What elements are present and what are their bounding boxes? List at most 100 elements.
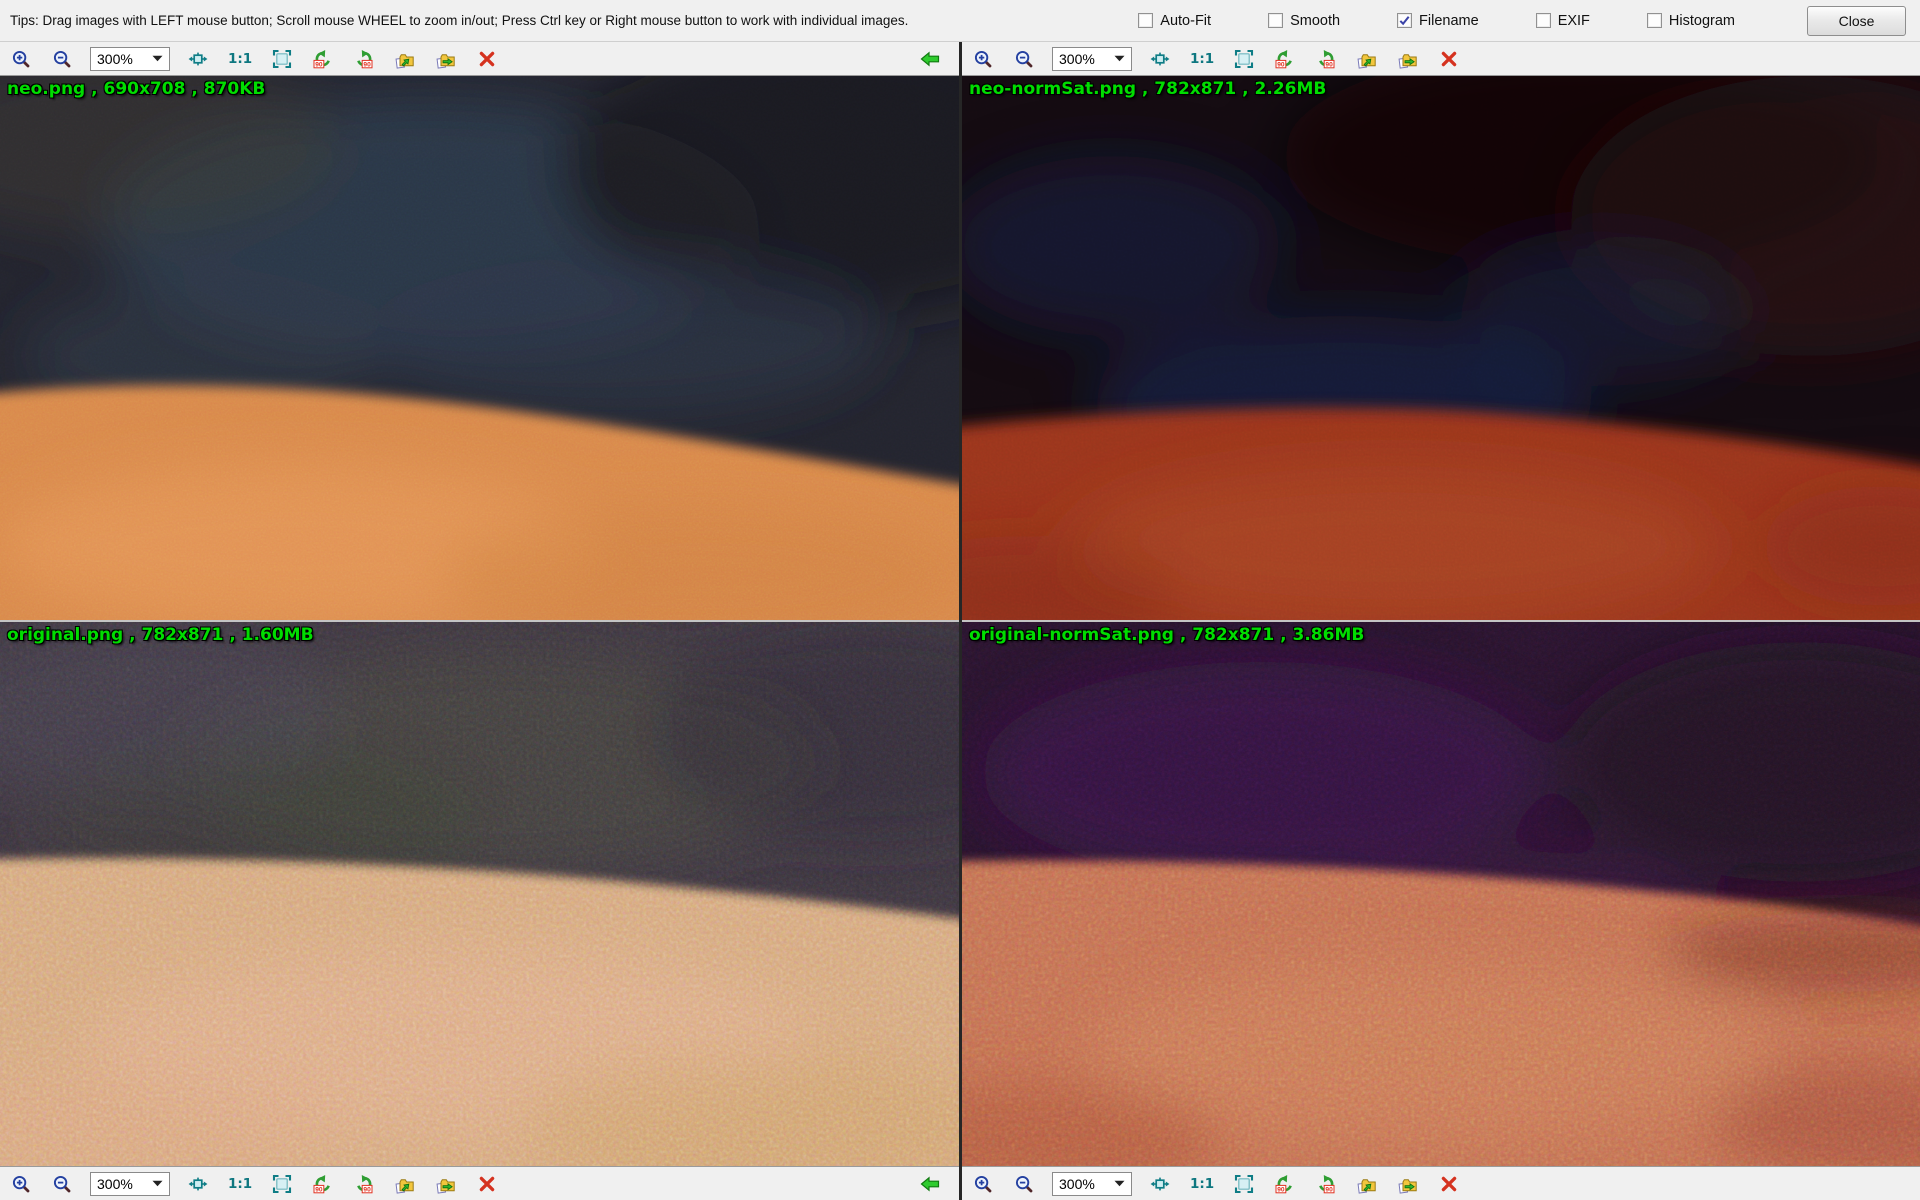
copy-to-folder-button[interactable] bbox=[392, 46, 418, 72]
zoom-in-icon bbox=[973, 1174, 993, 1194]
image-panel-top-right[interactable]: neo-normSat.png , 782x871 , 2.26MB bbox=[962, 76, 1920, 620]
image-panel-top-left[interactable]: neo.png , 690x708 , 870KB bbox=[0, 76, 959, 620]
zoom-in-button[interactable] bbox=[970, 46, 996, 72]
smooth-checkbox[interactable]: Smooth bbox=[1268, 13, 1340, 29]
toolbar-bottom-right: 300% 1:1 bbox=[962, 1166, 1920, 1200]
zoom-out-button[interactable] bbox=[1011, 46, 1037, 72]
exif-checkbox[interactable]: EXIF bbox=[1536, 13, 1590, 29]
fit-selection-button[interactable] bbox=[269, 46, 295, 72]
toolbar-bottom-left: 300% 1:1 bbox=[0, 1166, 959, 1200]
tips-bar: Tips: Drag images with LEFT mouse button… bbox=[0, 0, 1920, 42]
rotate-left-button[interactable] bbox=[310, 1171, 336, 1197]
actual-size-button[interactable]: 1:1 bbox=[1188, 46, 1216, 72]
actual-size-button[interactable]: 1:1 bbox=[226, 1171, 254, 1197]
rotate-right-90-icon bbox=[1316, 1174, 1336, 1194]
image-panel-bottom-right[interactable]: original-normSat.png , 782x871 , 3.86MB bbox=[962, 622, 1920, 1166]
zoom-in-icon bbox=[973, 49, 993, 69]
rotate-right-button[interactable] bbox=[351, 46, 377, 72]
chevron-down-icon bbox=[152, 1180, 163, 1187]
rotate-left-button[interactable] bbox=[1272, 1171, 1298, 1197]
delete-button[interactable] bbox=[474, 1171, 500, 1197]
image-filename-label: original.png , 782x871 , 1.60MB bbox=[7, 625, 314, 645]
green-left-arrow-icon bbox=[920, 49, 940, 69]
copy-to-folder-button[interactable] bbox=[392, 1171, 418, 1197]
zoom-level-select[interactable]: 300% bbox=[90, 1172, 170, 1196]
image-neo bbox=[0, 76, 959, 620]
histogram-checkbox[interactable]: Histogram bbox=[1647, 13, 1735, 29]
scroll-left-button[interactable] bbox=[917, 1171, 943, 1197]
delete-x-icon bbox=[1439, 1174, 1459, 1194]
zoom-in-button[interactable] bbox=[970, 1171, 996, 1197]
image-original bbox=[0, 622, 959, 1166]
move-to-folder-button[interactable] bbox=[1395, 46, 1421, 72]
image-neo-normsat bbox=[962, 76, 1920, 620]
copy-to-folder-icon bbox=[1357, 1174, 1377, 1194]
rotate-right-90-icon bbox=[354, 49, 374, 69]
rotate-right-button[interactable] bbox=[1313, 1171, 1339, 1197]
corner-frame-icon bbox=[1234, 49, 1254, 69]
move-to-folder-button[interactable] bbox=[1395, 1171, 1421, 1197]
zoom-out-icon bbox=[1014, 1174, 1034, 1194]
corner-frame-icon bbox=[272, 49, 292, 69]
zoom-in-icon bbox=[11, 1174, 31, 1194]
image-filename-label: neo-normSat.png , 782x871 , 2.26MB bbox=[969, 79, 1326, 99]
copy-to-folder-icon bbox=[395, 49, 415, 69]
scroll-left-button[interactable] bbox=[917, 46, 943, 72]
move-to-folder-button[interactable] bbox=[433, 46, 459, 72]
zoom-out-button[interactable] bbox=[1011, 1171, 1037, 1197]
rotate-left-button[interactable] bbox=[310, 46, 336, 72]
rotate-right-button[interactable] bbox=[1313, 46, 1339, 72]
zoom-level-select[interactable]: 300% bbox=[1052, 1172, 1132, 1196]
chevron-down-icon bbox=[152, 55, 163, 62]
copy-to-folder-icon bbox=[395, 1174, 415, 1194]
fit-to-window-button[interactable] bbox=[1147, 46, 1173, 72]
move-to-folder-button[interactable] bbox=[433, 1171, 459, 1197]
delete-x-icon bbox=[477, 1174, 497, 1194]
zoom-level-select[interactable]: 300% bbox=[90, 47, 170, 71]
rotate-right-button[interactable] bbox=[351, 1171, 377, 1197]
rotate-left-90-icon bbox=[313, 49, 333, 69]
tips-text: Tips: Drag images with LEFT mouse button… bbox=[10, 13, 908, 28]
filename-checkbox[interactable]: Filename bbox=[1397, 13, 1479, 29]
fit-selection-button[interactable] bbox=[1231, 46, 1257, 72]
checkbox-box bbox=[1536, 13, 1551, 28]
actual-size-button[interactable]: 1:1 bbox=[226, 46, 254, 72]
zoom-in-button[interactable] bbox=[8, 46, 34, 72]
fit-to-window-icon bbox=[188, 49, 208, 69]
rotate-left-button[interactable] bbox=[1272, 46, 1298, 72]
image-panel-bottom-left[interactable]: original.png , 782x871 , 1.60MB bbox=[0, 622, 959, 1166]
zoom-out-button[interactable] bbox=[49, 46, 75, 72]
fit-selection-button[interactable] bbox=[1231, 1171, 1257, 1197]
move-to-folder-icon bbox=[1398, 1174, 1418, 1194]
fit-to-window-icon bbox=[1150, 49, 1170, 69]
chevron-down-icon bbox=[1114, 55, 1125, 62]
fit-to-window-button[interactable] bbox=[185, 46, 211, 72]
zoom-out-button[interactable] bbox=[49, 1171, 75, 1197]
checkbox-box bbox=[1647, 13, 1662, 28]
auto-fit-checkbox[interactable]: Auto-Fit bbox=[1138, 13, 1211, 29]
move-to-folder-icon bbox=[1398, 49, 1418, 69]
fit-to-window-button[interactable] bbox=[1147, 1171, 1173, 1197]
delete-button[interactable] bbox=[1436, 46, 1462, 72]
fit-selection-button[interactable] bbox=[269, 1171, 295, 1197]
image-filename-label: original-normSat.png , 782x871 , 3.86MB bbox=[969, 625, 1364, 645]
delete-button[interactable] bbox=[1436, 1171, 1462, 1197]
close-button[interactable]: Close bbox=[1807, 6, 1906, 36]
check-icon bbox=[1398, 14, 1411, 27]
zoom-level-value: 300% bbox=[97, 51, 148, 67]
move-to-folder-icon bbox=[436, 1174, 456, 1194]
zoom-in-button[interactable] bbox=[8, 1171, 34, 1197]
fit-to-window-icon bbox=[1150, 1174, 1170, 1194]
checkbox-box bbox=[1397, 13, 1412, 28]
copy-to-folder-button[interactable] bbox=[1354, 1171, 1380, 1197]
checkbox-label: Filename bbox=[1419, 13, 1479, 29]
rotate-left-90-icon bbox=[313, 1174, 333, 1194]
fit-to-window-button[interactable] bbox=[185, 1171, 211, 1197]
actual-size-button[interactable]: 1:1 bbox=[1188, 1171, 1216, 1197]
zoom-in-icon bbox=[11, 49, 31, 69]
image-original-normsat bbox=[962, 622, 1920, 1166]
delete-button[interactable] bbox=[474, 46, 500, 72]
zoom-level-select[interactable]: 300% bbox=[1052, 47, 1132, 71]
rotate-right-90-icon bbox=[1316, 49, 1336, 69]
copy-to-folder-button[interactable] bbox=[1354, 46, 1380, 72]
